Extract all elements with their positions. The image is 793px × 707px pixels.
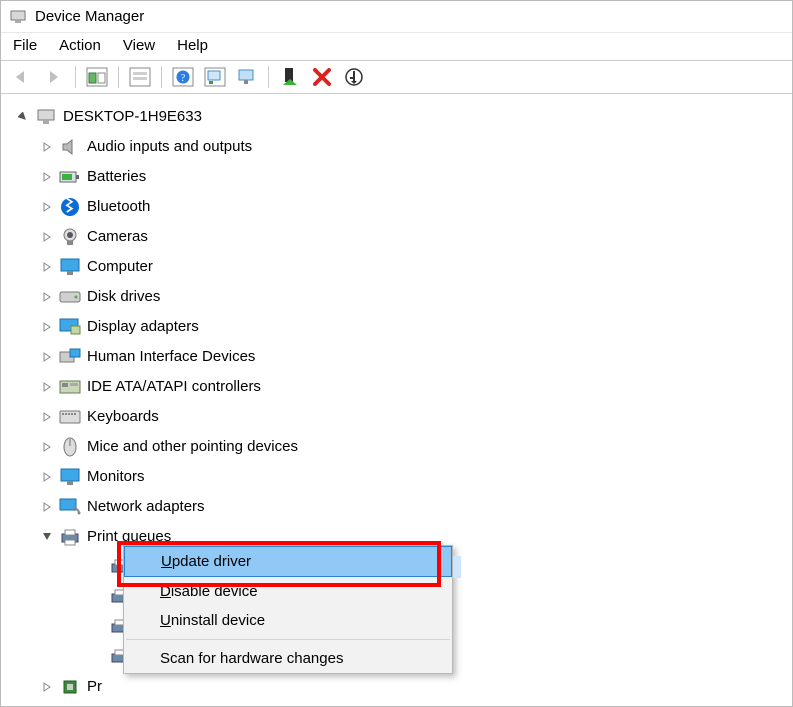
- expander-icon[interactable]: [39, 529, 55, 545]
- menu-help[interactable]: Help: [177, 37, 208, 54]
- menu-action[interactable]: Action: [59, 37, 101, 54]
- ctx-scan-hardware[interactable]: Scan for hardware changes: [124, 644, 452, 673]
- toolbar-separator: [75, 66, 76, 88]
- monitor-icon: [59, 466, 81, 488]
- tree-node[interactable]: Display adapters: [11, 312, 788, 342]
- tree-node-label: Pr: [87, 675, 102, 698]
- show-hide-tree-button[interactable]: [82, 64, 112, 90]
- ctx-uninstall-device[interactable]: Uninstall device: [124, 606, 452, 635]
- tree-node-label: Bluetooth: [87, 195, 150, 218]
- tree-node-label: Computer: [87, 255, 153, 278]
- ctx-item-label: Update driver: [161, 553, 251, 570]
- expander-icon[interactable]: [39, 289, 55, 305]
- expander-icon[interactable]: [15, 109, 31, 125]
- hid-icon: [59, 346, 81, 368]
- toolbar-separator: [268, 66, 269, 88]
- tree-node[interactable]: Monitors: [11, 462, 788, 492]
- tree-node-label: Mice and other pointing devices: [87, 435, 298, 458]
- tree-node-label: Disk drives: [87, 285, 160, 308]
- uninstall-device-button[interactable]: [307, 64, 337, 90]
- expander-icon[interactable]: [39, 409, 55, 425]
- expander-icon[interactable]: [39, 349, 55, 365]
- disable-device-button[interactable]: [339, 64, 369, 90]
- context-menu: Update driver Disable device Uninstall d…: [123, 545, 453, 674]
- selection-overflow: [453, 556, 461, 578]
- expander-icon[interactable]: [39, 319, 55, 335]
- computer-icon: [35, 106, 57, 128]
- tree-node[interactable]: IDE ATA/ATAPI controllers: [11, 372, 788, 402]
- titlebar: Device Manager: [1, 1, 792, 33]
- expander-icon[interactable]: [39, 199, 55, 215]
- tree-node[interactable]: Bluetooth: [11, 192, 788, 222]
- scan-hardware-button[interactable]: [200, 64, 230, 90]
- mouse-icon: [59, 436, 81, 458]
- tree-node-label: Monitors: [87, 465, 145, 488]
- window-title: Device Manager: [35, 8, 144, 25]
- expander-icon[interactable]: [39, 139, 55, 155]
- speaker-icon: [59, 136, 81, 158]
- properties-button[interactable]: [125, 64, 155, 90]
- tree-node-label: Audio inputs and outputs: [87, 135, 252, 158]
- tree-node[interactable]: Network adapters: [11, 492, 788, 522]
- processor-icon: [59, 676, 81, 698]
- app-icon: [9, 8, 27, 26]
- keyboard-icon: [59, 406, 81, 428]
- tree-root-label: DESKTOP-1H9E633: [63, 105, 202, 128]
- menubar: File Action View Help: [1, 33, 792, 60]
- ctx-disable-device[interactable]: Disable device: [124, 577, 452, 606]
- tree-node-label: Network adapters: [87, 495, 205, 518]
- ctx-separator: [126, 639, 450, 640]
- svg-text:?: ?: [181, 73, 186, 84]
- network-icon: [59, 496, 81, 518]
- disk-icon: [59, 286, 81, 308]
- tree-node[interactable]: Computer: [11, 252, 788, 282]
- forward-button[interactable]: [39, 64, 69, 90]
- tree-node[interactable]: Mice and other pointing devices: [11, 432, 788, 462]
- tree-node[interactable]: Human Interface Devices: [11, 342, 788, 372]
- ctx-item-label: Scan for hardware changes: [160, 650, 343, 667]
- tree-node-label: Batteries: [87, 165, 146, 188]
- monitor-icon: [59, 256, 81, 278]
- tree-node-label: Keyboards: [87, 405, 159, 428]
- tree-node-label: Human Interface Devices: [87, 345, 255, 368]
- help-button[interactable]: ?: [168, 64, 198, 90]
- ctx-item-label: Disable device: [160, 583, 258, 600]
- tree-node-truncated[interactable]: Pr: [11, 672, 788, 702]
- tree-node[interactable]: Audio inputs and outputs: [11, 132, 788, 162]
- toolbar: ?: [1, 60, 792, 94]
- tree-node[interactable]: Batteries: [11, 162, 788, 192]
- tree-node-label: IDE ATA/ATAPI controllers: [87, 375, 261, 398]
- tree-root[interactable]: DESKTOP-1H9E633: [11, 102, 788, 132]
- ctx-item-label: Uninstall device: [160, 612, 265, 629]
- toolbar-separator: [118, 66, 119, 88]
- ctx-update-driver[interactable]: Update driver: [124, 546, 452, 577]
- tree-node[interactable]: Cameras: [11, 222, 788, 252]
- tree-node[interactable]: Keyboards: [11, 402, 788, 432]
- menu-view[interactable]: View: [123, 37, 155, 54]
- expander-icon[interactable]: [39, 259, 55, 275]
- expander-icon[interactable]: [39, 379, 55, 395]
- battery-icon: [59, 166, 81, 188]
- toolbar-separator: [161, 66, 162, 88]
- expander-icon[interactable]: [39, 169, 55, 185]
- display-icon: [59, 316, 81, 338]
- tree-node[interactable]: Disk drives: [11, 282, 788, 312]
- expander-icon[interactable]: [39, 439, 55, 455]
- expander-icon[interactable]: [39, 499, 55, 515]
- bluetooth-icon: [59, 196, 81, 218]
- update-driver-button[interactable]: [232, 64, 262, 90]
- back-button[interactable]: [7, 64, 37, 90]
- expander-icon[interactable]: [39, 469, 55, 485]
- tree-node-label: Cameras: [87, 225, 148, 248]
- expander-icon[interactable]: [39, 229, 55, 245]
- expander-icon[interactable]: [39, 679, 55, 695]
- enable-device-button[interactable]: [275, 64, 305, 90]
- menu-file[interactable]: File: [13, 37, 37, 54]
- ide-icon: [59, 376, 81, 398]
- printer-icon: [59, 526, 81, 548]
- camera-icon: [59, 226, 81, 248]
- tree-node-label: Display adapters: [87, 315, 199, 338]
